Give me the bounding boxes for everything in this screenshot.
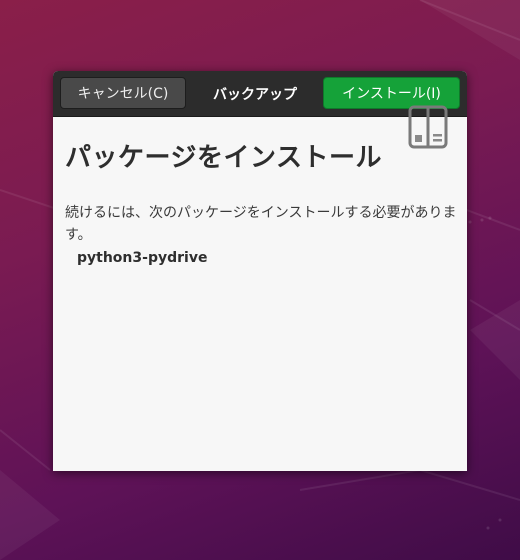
description-text: 続けるには、次のパッケージをインストールする必要があります。 (65, 205, 457, 243)
page-title: パッケージをインストール (65, 143, 382, 173)
cancel-button[interactable]: キャンセル(C) (60, 77, 186, 109)
dialog-headerbar: キャンセル(C) バックアップ インストール(I) (53, 71, 467, 117)
package-list-item: python3-pydrive (77, 250, 208, 266)
install-packages-dialog: キャンセル(C) バックアップ インストール(I) パッケージをインストール 続… (53, 71, 467, 471)
package-install-icon (408, 105, 448, 149)
dialog-title: バックアップ (213, 86, 297, 103)
desktop-background: キャンセル(C) バックアップ インストール(I) パッケージをインストール 続… (0, 0, 520, 560)
